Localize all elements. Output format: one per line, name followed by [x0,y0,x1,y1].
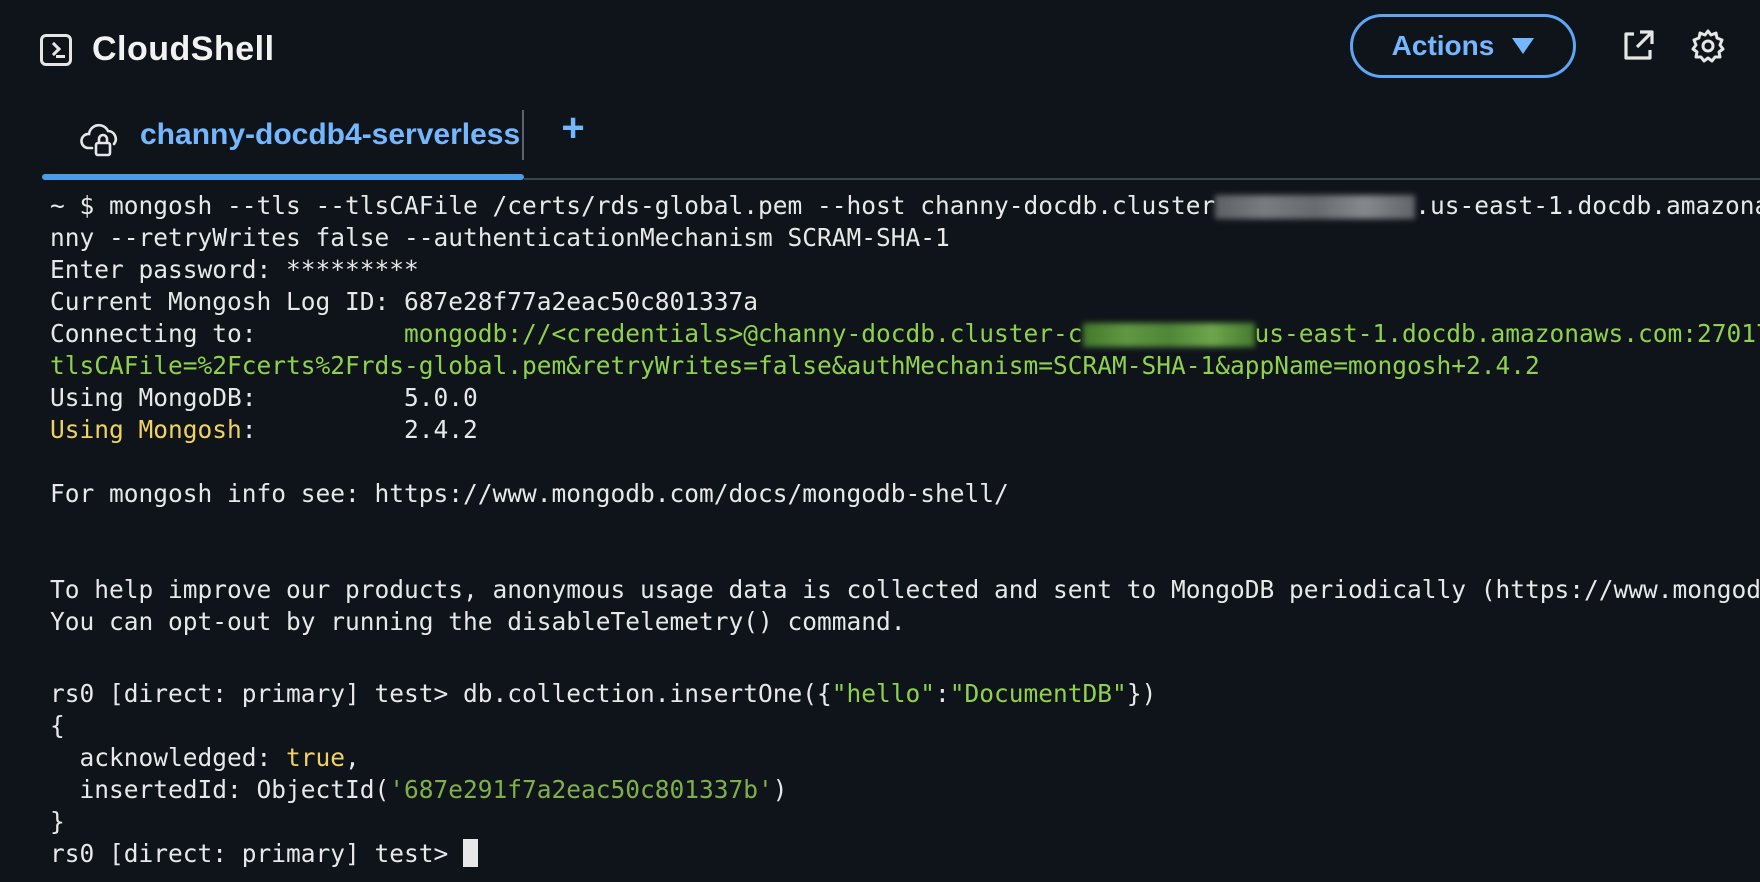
terminal-cursor [463,839,479,867]
chevron-down-icon [1512,38,1535,54]
terminal-line: nny --retryWrites false --authentication… [50,223,950,252]
terminal-line: Using MongoDB: 5.0.0 [50,383,478,412]
terminal-line: To help improve our products, anonymous … [50,575,1760,604]
terminal-icon [40,33,72,66]
redacted-text [1082,323,1255,347]
terminal-prompt-line[interactable]: rs0 [direct: primary] test> [50,838,479,870]
gear-icon[interactable] [1690,28,1726,64]
external-link-icon[interactable] [1620,28,1656,64]
terminal-line: } [50,807,65,836]
tab-divider [522,110,524,160]
app-title-group: CloudShell [40,30,275,69]
terminal-line: Current Mongosh Log ID: 687e28f77a2eac50… [50,287,759,316]
terminal-line: acknowledged: true, [50,743,360,772]
terminal-line: You can opt-out by running the disableTe… [50,607,906,636]
terminal-line: ~ $ mongosh --tls --tlsCAFile /certs/rds… [50,191,1760,220]
cloudshell-header: CloudShell Actions [0,0,1760,96]
terminal-line: { [50,711,65,740]
cloud-lock-icon [80,123,117,157]
terminal-line: For mongosh info see: https://www.mongod… [50,479,1009,508]
app-title: CloudShell [92,30,275,68]
tab-bar: channy-docdb4-serverless + [0,96,1760,180]
terminal-line: Enter password: ********* [50,255,419,284]
actions-button[interactable]: Actions [1350,14,1576,78]
terminal-line: rs0 [direct: primary] test> db.collectio… [50,679,1157,708]
tab-channy-docdb4-serverless[interactable]: channy-docdb4-serverless [42,96,524,180]
terminal-line: Using Mongosh: 2.4.2 [50,415,478,444]
terminal-output[interactable]: ~ $ mongosh --tls --tlsCAFile /certs/rds… [0,180,1760,882]
actions-label: Actions [1391,30,1495,61]
terminal-line: Connecting to: mongodb://<credentials>@c… [50,319,1760,348]
terminal-line: insertedId: ObjectId('687e291f7a2eac50c8… [50,775,788,804]
tab-label: channy-docdb4-serverless [140,118,521,151]
redacted-text [1215,195,1416,219]
new-tab-button[interactable]: + [556,108,590,148]
terminal-line: tlsCAFile=%2Fcerts%2Frds-global.pem&retr… [50,351,1540,380]
